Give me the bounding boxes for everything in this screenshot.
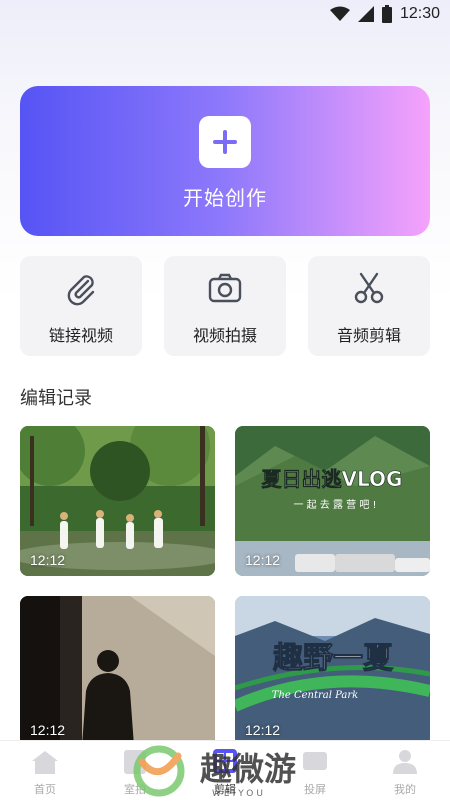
video-shoot-button[interactable]: 视频拍摄 — [164, 256, 286, 356]
home-icon — [32, 751, 58, 774]
record-thumbnail[interactable]: 12:12 — [20, 426, 215, 576]
record-duration: 12:12 — [245, 552, 281, 568]
tab-home[interactable]: 首页 — [0, 741, 90, 801]
quick-actions: 链接视频 视频拍摄 音频剪辑 — [20, 256, 430, 356]
plus-icon — [199, 116, 251, 168]
user-icon — [393, 750, 417, 774]
record-thumbnail[interactable]: 夏日出逃VLOG 一 起 去 露 营 吧 ! 12:12 — [235, 426, 430, 576]
record-overlay-title: 趣野一夏 — [273, 641, 394, 676]
paperclip-icon — [63, 270, 99, 306]
scissors-icon — [351, 270, 387, 306]
record-thumbnail[interactable]: 12:12 — [20, 596, 215, 746]
camera-icon — [207, 270, 243, 306]
start-creating-button[interactable]: 开始创作 — [20, 86, 430, 236]
watermark-subtext: WEIYOU — [212, 789, 266, 798]
status-time: 12:30 — [399, 5, 440, 22]
signal-icon — [357, 6, 374, 22]
record-duration: 12:12 — [245, 722, 281, 738]
record-overlay-title: 夏日出逃VLOG — [262, 467, 403, 491]
record-thumbnail[interactable]: 趣野一夏 The Central Park 12:12 — [235, 596, 430, 746]
video-shoot-label: 视频拍摄 — [192, 326, 257, 345]
record-duration: 12:12 — [30, 722, 66, 738]
battery-icon — [381, 5, 392, 23]
start-creating-label: 开始创作 — [183, 186, 267, 210]
watermark-text: 趣微游 — [200, 750, 296, 788]
audio-edit-label: 音频剪辑 — [336, 326, 401, 345]
link-video-button[interactable]: 链接视频 — [20, 256, 142, 356]
link-video-label: 链接视频 — [48, 326, 113, 345]
tab-label: 我的 — [394, 783, 416, 796]
status-bar: 12:30 — [0, 0, 450, 30]
section-title: 编辑记录 — [20, 388, 92, 409]
audio-edit-button[interactable]: 音频剪辑 — [308, 256, 430, 356]
record-duration: 12:12 — [30, 552, 66, 568]
record-overlay-subtitle: The Central Park — [272, 690, 358, 701]
tab-profile[interactable]: 我的 — [360, 741, 450, 801]
record-overlay-subtitle: 一 起 去 露 营 吧 ! — [293, 498, 376, 511]
wifi-icon — [329, 6, 350, 21]
watermark-logo: 趣微游 WEIYOU — [133, 745, 296, 798]
tab-label: 首页 — [34, 783, 56, 796]
